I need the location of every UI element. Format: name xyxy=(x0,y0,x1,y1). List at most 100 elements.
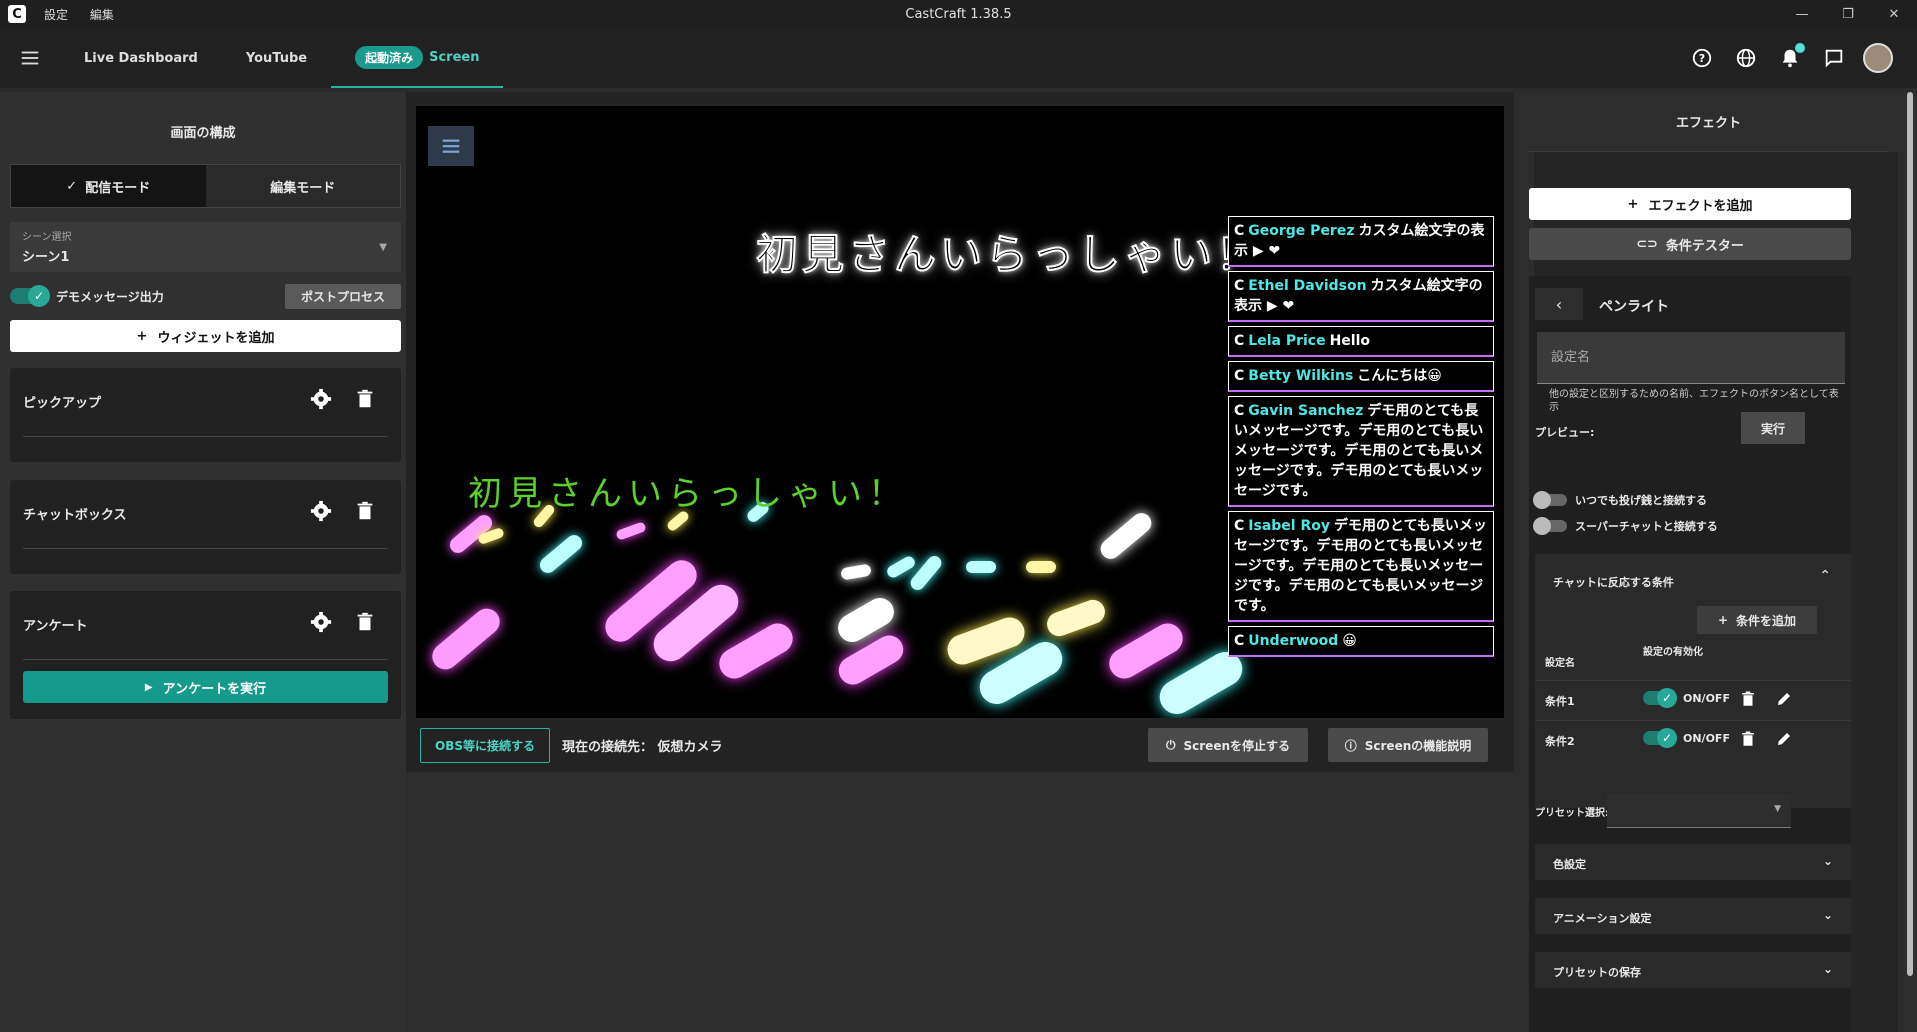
screen-help-label: Screenの機能説明 xyxy=(1364,738,1472,753)
widget-card-chatbox: チャットボックス xyxy=(10,480,401,574)
tip-connect-toggle[interactable] xyxy=(1533,491,1567,509)
divider xyxy=(23,436,388,437)
penlight-streak xyxy=(427,603,505,675)
gear-icon[interactable] xyxy=(310,388,332,410)
preview-label: プレビュー: xyxy=(1535,426,1595,439)
superchat-connect-toggle[interactable] xyxy=(1533,517,1567,535)
trash-icon[interactable] xyxy=(1739,690,1757,708)
hamburger-menu-icon[interactable] xyxy=(0,28,60,88)
condition-toggle[interactable]: ✓ xyxy=(1643,728,1677,748)
edit-mode-label: 編集モード xyxy=(270,180,336,196)
chevron-down-icon: ⌄ xyxy=(1822,908,1833,922)
gear-icon[interactable] xyxy=(310,611,332,633)
stream-mode-label: 配信モード xyxy=(85,180,151,196)
condition-row: 条件1 ✓ ON/OFF xyxy=(1535,680,1851,718)
tab-youtube[interactable]: YouTube xyxy=(222,28,331,88)
globe-icon[interactable] xyxy=(1731,43,1761,73)
close-icon[interactable]: ✕ xyxy=(1871,0,1917,28)
widget-name: チャットボックス xyxy=(23,508,127,523)
back-button[interactable]: ‹ xyxy=(1535,288,1583,320)
minimize-icon[interactable]: — xyxy=(1779,0,1825,28)
bell-icon[interactable] xyxy=(1775,43,1805,73)
play-icon: ▶ xyxy=(144,681,153,693)
trash-icon[interactable] xyxy=(354,611,376,633)
demo-message-toggle[interactable]: ✓ xyxy=(10,285,50,307)
help-icon[interactable]: ? xyxy=(1687,43,1717,73)
preset-save-accordion[interactable]: プリセットの保存 ⌄ xyxy=(1535,952,1851,988)
menu-bar: 設定 編集 xyxy=(44,6,132,23)
edit-mode-button[interactable]: 編集モード xyxy=(205,165,400,207)
trash-icon[interactable] xyxy=(354,500,376,522)
trash-icon[interactable] xyxy=(1739,730,1757,748)
add-condition-label: 条件を追加 xyxy=(1736,613,1797,628)
current-connection: 現在の接続先： 仮想カメラ xyxy=(562,739,723,755)
stop-screen-label: Screenを停止する xyxy=(1183,738,1291,753)
chat-message: C Isabel Roy デモ用のとても長いメッセージです。デモ用のとても長いメッセ… xyxy=(1228,511,1494,622)
condition-tester-button[interactable]: ⊂⊃ 条件テスター xyxy=(1529,228,1851,260)
penlight-streak xyxy=(966,561,996,573)
castcraft-icon: C xyxy=(1234,333,1245,349)
color-settings-accordion[interactable]: 色設定 ⌄ xyxy=(1535,844,1851,880)
pencil-icon[interactable] xyxy=(1775,730,1793,748)
panel-title: エフェクト xyxy=(1528,92,1889,152)
widget-card-pickup: ピックアップ xyxy=(10,368,401,462)
accordion-title: 色設定 xyxy=(1553,858,1586,871)
superchat-connect-label: スーパーチャットと接続する xyxy=(1575,520,1718,533)
condition-state: ON/OFF xyxy=(1683,731,1730,745)
tip-connect-label: いつでも投げ銭と接続する xyxy=(1575,494,1707,507)
castcraft-icon: C xyxy=(1234,278,1245,294)
chat-icon[interactable] xyxy=(1819,43,1849,73)
scrollbar[interactable] xyxy=(1903,92,1917,1032)
tab-live-dashboard[interactable]: Live Dashboard xyxy=(60,28,222,88)
chat-author: Underwood xyxy=(1248,633,1339,649)
condition-toggle[interactable]: ✓ xyxy=(1643,688,1677,708)
add-widget-label: ウィジェットを追加 xyxy=(157,330,275,346)
trash-icon[interactable] xyxy=(354,388,376,410)
preset-select[interactable]: ▼ xyxy=(1607,794,1791,828)
scrollbar-thumb[interactable] xyxy=(1907,92,1913,976)
stage-menu-button[interactable] xyxy=(428,126,474,166)
gear-icon[interactable] xyxy=(310,500,332,522)
condition-name: 条件2 xyxy=(1545,735,1575,748)
stop-screen-button[interactable]: ⏻ Screenを停止する xyxy=(1148,728,1308,762)
chat-box-widget: C George Perez カスタム絵文字の表示 ▶ ❤ C Ethel David… xyxy=(1228,216,1494,718)
check-icon: ✓ xyxy=(1657,688,1677,708)
preview-run-button[interactable]: 実行 xyxy=(1741,412,1805,444)
scene-select[interactable]: シーン選択 シーン1 ▼ xyxy=(10,222,401,272)
setting-name-input[interactable]: 設定名 xyxy=(1537,332,1845,384)
window-controls: — ❐ ✕ xyxy=(1779,0,1917,28)
preset-label: プリセット選択: xyxy=(1535,808,1609,819)
app-logo-icon: C xyxy=(8,5,26,23)
add-effect-button[interactable]: + エフェクトを追加 xyxy=(1529,188,1851,220)
effect-editor: ‹ ペンライト 設定名 他の設定と区別するための名前、エフェクトのボタン名として… xyxy=(1529,276,1851,1032)
power-icon: ⏻ xyxy=(1166,737,1176,752)
screen-help-button[interactable]: ⓘ Screenの機能説明 xyxy=(1328,728,1488,762)
add-widget-button[interactable]: + ウィジェットを追加 xyxy=(10,320,401,352)
condition-toggle-group: ✓ ON/OFF xyxy=(1643,728,1730,748)
tip-connect-row: いつでも投げ銭と接続する xyxy=(1533,491,1707,509)
check-icon: ✓ xyxy=(66,178,78,194)
plus-icon: + xyxy=(136,328,148,344)
title-bar: C 設定 編集 CastCraft 1.38.5 — ❐ ✕ xyxy=(0,0,1917,28)
pencil-icon[interactable] xyxy=(1775,690,1793,708)
plus-icon: + xyxy=(1627,196,1639,212)
obs-connect-button[interactable]: OBS等に接続する xyxy=(420,727,550,763)
castcraft-icon: C xyxy=(1234,368,1245,384)
tab-label: YouTube xyxy=(245,50,308,66)
castcraft-icon: C xyxy=(1234,633,1245,649)
animation-settings-accordion[interactable]: アニメーション設定 ⌄ xyxy=(1535,898,1851,934)
run-poll-button[interactable]: ▶ アンケートを実行 xyxy=(23,671,388,703)
penlight-streak xyxy=(1096,509,1156,563)
maximize-icon[interactable]: ❐ xyxy=(1825,0,1871,28)
menu-edit[interactable]: 編集 xyxy=(90,8,114,22)
penlight-streak xyxy=(885,554,917,580)
postprocess-button[interactable]: ポストプロセス xyxy=(284,284,401,309)
stream-mode-button[interactable]: ✓ 配信モード xyxy=(11,165,206,207)
condition-state: ON/OFF xyxy=(1683,691,1730,705)
add-condition-button[interactable]: + 条件を追加 xyxy=(1697,606,1817,634)
chat-condition-section: チャットに反応する条件 ⌃ + 条件を追加 設定名 設定の有効化 条件1 ✓ ON/… xyxy=(1535,554,1851,808)
tab-screen[interactable]: 起動済み Screen xyxy=(331,28,504,88)
chevron-up-icon[interactable]: ⌃ xyxy=(1819,568,1831,584)
avatar[interactable] xyxy=(1863,43,1893,73)
menu-settings[interactable]: 設定 xyxy=(44,8,68,22)
